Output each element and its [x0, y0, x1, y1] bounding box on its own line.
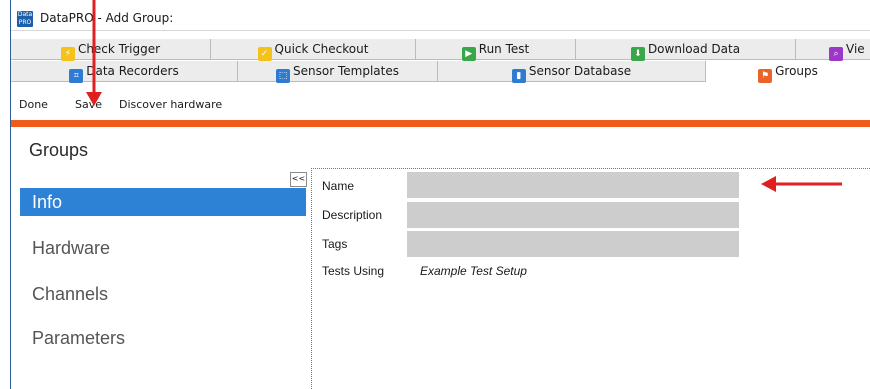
name-field-arrow-icon	[761, 176, 842, 192]
annotation-overlay	[86, 0, 842, 192]
save-arrow-icon	[86, 0, 102, 106]
